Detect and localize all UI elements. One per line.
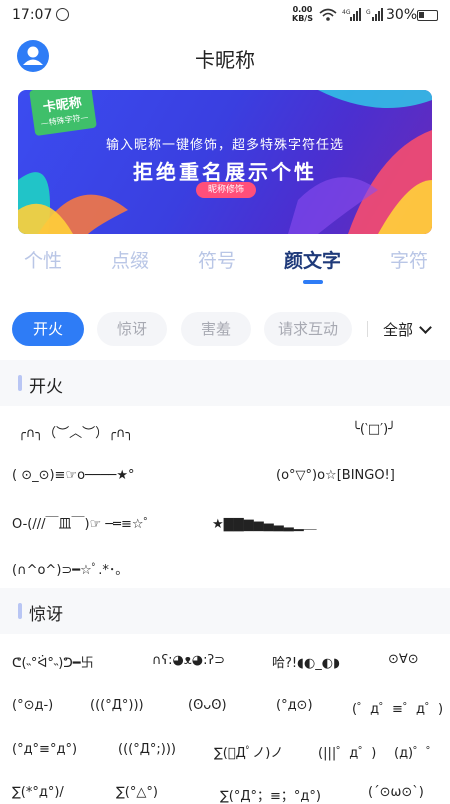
kaomoji-item[interactable]: ∑(*°д°)/ [12, 785, 64, 800]
kaomoji-item[interactable]: ᕦ(˵°ᐛ°˵)ᕤ━卐 [12, 652, 94, 671]
section-accent-bar [18, 375, 22, 391]
status-bar: 17:07 0.00 KB/S 4G G 30% [0, 0, 450, 32]
banner-headline: 拒绝重名展示个性 [133, 160, 317, 184]
kaomoji-item[interactable]: (д)゜゜ [394, 742, 439, 761]
kaomoji-item[interactable]: (∩^o^)⊃━☆ﾟ.*･｡ [12, 559, 122, 578]
kaomoji-item[interactable]: (°⊙д-) [12, 698, 53, 713]
kaomoji-item[interactable]: ∑(ﾟДﾟノ)ノ [214, 742, 283, 761]
status-time: 17:07 [12, 7, 53, 23]
section-title: 惊讶 [29, 605, 63, 625]
kaomoji-item[interactable]: ∑(°△°) [116, 785, 158, 800]
banner-subtitle: 输入昵称一键修饰，超多特殊字符任选 [105, 138, 344, 153]
chip-all-label: 全部 [383, 321, 414, 339]
alarm-icon [56, 8, 69, 21]
tab-zifu[interactable]: 字符 [390, 246, 428, 273]
chip-jingya[interactable]: 惊讶 [97, 312, 167, 346]
wifi-icon [319, 8, 337, 21]
svg-text:4G: 4G [342, 9, 351, 16]
battery-level: 30% [386, 7, 418, 23]
filter-chips: 开火 惊讶 害羞 请求互动 全部 [0, 312, 450, 346]
kaomoji-item[interactable]: (゜д゜≡゜д゜) [352, 698, 443, 717]
page-title: 卡昵称 [195, 48, 255, 72]
section-header-jingya: 惊讶 [0, 588, 450, 634]
network-speed: 0.00 KB/S [292, 5, 313, 23]
tab-fuhao[interactable]: 符号 [198, 246, 236, 273]
battery-icon [417, 10, 438, 21]
network-speed-value: 0.00 [292, 5, 313, 14]
chip-qingqiu-hudong[interactable]: 请求互动 [264, 312, 352, 346]
app-header: 卡昵称 [0, 36, 450, 78]
active-tab-indicator [303, 280, 323, 284]
kaomoji-item[interactable]: O-(///￣皿￣)☞ ─═≡☆゜ [12, 513, 157, 532]
kaomoji-item[interactable]: ╭∩╮（︶︿︶）╭∩╮ [18, 422, 133, 441]
tab-yanwenzi[interactable]: 颜文字 [284, 246, 341, 273]
section-title: 开火 [29, 377, 63, 397]
chip-kaihuo[interactable]: 开火 [12, 312, 84, 346]
chevron-down-icon [419, 321, 432, 334]
kaomoji-item[interactable]: ∩ʕ:◕ᴥ◕:ʔ⊃ [152, 652, 225, 668]
network-speed-unit: KB/S [292, 14, 313, 23]
chip-all-dropdown[interactable]: 全部 [383, 319, 432, 340]
kaomoji-item[interactable]: (((°Д°))) [90, 698, 144, 713]
section-header-kaihuo: 开火 [0, 360, 450, 406]
kaomoji-item[interactable]: ∑(°Д°；≡；°д°) [220, 785, 321, 804]
banner-button[interactable]: 昵称修饰 [196, 182, 256, 198]
chip-divider [367, 321, 368, 337]
kaomoji-item[interactable]: (((°Д°;))) [118, 742, 176, 757]
kaomoji-item[interactable]: ⊙∀⊙ [388, 652, 419, 667]
kaomoji-item[interactable]: (°д°≡°д°) [12, 742, 77, 757]
signal-g-icon: G [366, 8, 383, 21]
kaomoji-item[interactable]: (´⊙ω⊙`) [368, 785, 424, 800]
kaomoji-item[interactable]: (°д⊙) [276, 698, 313, 713]
svg-text:G: G [366, 9, 371, 16]
tab-gexing[interactable]: 个性 [24, 246, 62, 273]
signal-4g-icon: 4G [342, 8, 361, 21]
chip-haixiu[interactable]: 害羞 [181, 312, 251, 346]
kaomoji-item[interactable]: (o°▽°)o☆[BINGO!] [276, 468, 395, 483]
kaomoji-item[interactable]: 哈?!◖◐_◐◗ [272, 652, 340, 671]
kaomoji-item[interactable]: (|||゜д゜) [318, 742, 376, 761]
promo-banner[interactable]: 卡昵称 —特殊字符— 输入昵称一键修饰，超多特殊字符任选 拒绝重名展示个性 昵称… [18, 90, 432, 234]
section-accent-bar [18, 603, 22, 619]
kaomoji-item[interactable]: ( ⊙_⊙)≡☞o────★° [12, 468, 135, 483]
kaomoji-item[interactable]: ╰(‵□′)╯ [352, 422, 396, 437]
kaomoji-item[interactable]: ★▇▇▆▅▄▃▂▁＿ [212, 513, 317, 532]
kaomoji-item[interactable]: (ʘᴗʘ) [188, 698, 227, 713]
category-tabs: 个性 点缀 符号 颜文字 字符 [0, 246, 450, 286]
tab-dianzhui[interactable]: 点缀 [111, 246, 149, 273]
